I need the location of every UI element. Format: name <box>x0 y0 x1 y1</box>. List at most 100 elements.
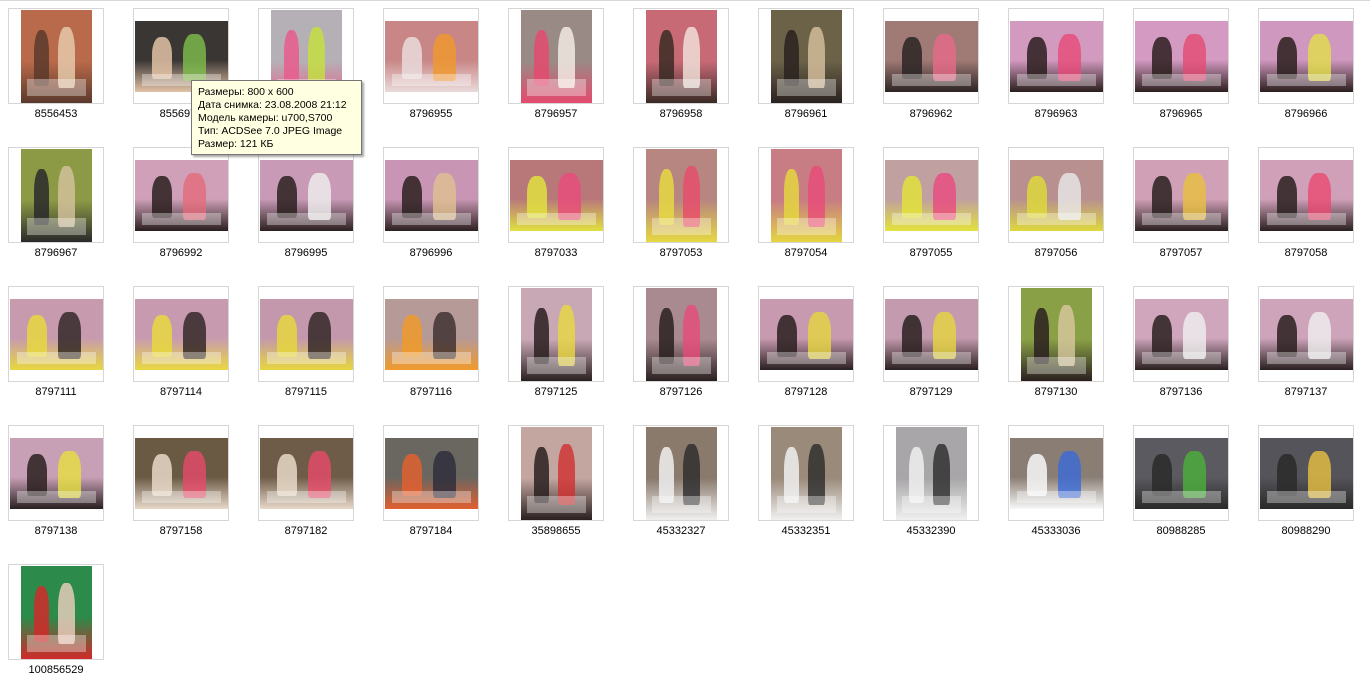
file-thumbnail[interactable]: 35898655 <box>508 425 604 547</box>
thumbnail-frame <box>8 8 104 104</box>
thumbnail-frame <box>883 425 979 521</box>
file-name-label: 8796992 <box>159 247 203 259</box>
thumbnail-image <box>1135 21 1228 92</box>
file-name-label: 8796965 <box>1159 108 1203 120</box>
file-name-label: 8796996 <box>409 247 453 259</box>
file-thumbnail[interactable]: 8797054 <box>758 147 854 269</box>
file-thumbnail[interactable]: 80988290 <box>1258 425 1354 547</box>
thumbnail-image <box>1010 160 1103 231</box>
thumbnail-frame <box>1258 8 1354 104</box>
file-name-label: 8797138 <box>34 525 78 537</box>
file-thumbnail[interactable]: 8797111 <box>8 286 104 408</box>
file-thumbnail[interactable]: 8796966 <box>1258 8 1354 130</box>
file-thumbnail[interactable]: 45332327 <box>633 425 729 547</box>
file-name-label: 8796967 <box>34 247 78 259</box>
file-name-label: 8796955 <box>409 108 453 120</box>
file-thumbnail[interactable]: 8796961 <box>758 8 854 130</box>
thumbnail-frame <box>383 147 479 243</box>
file-name-label: 8797126 <box>659 386 703 398</box>
thumbnail-image <box>385 299 478 370</box>
file-thumbnail[interactable]: 8797057 <box>1133 147 1229 269</box>
thumbnail-image <box>135 438 228 509</box>
file-thumbnail[interactable]: 8797115 <box>258 286 354 408</box>
file-name-label: 8797054 <box>784 247 828 259</box>
file-thumbnail[interactable]: 8796965 <box>1133 8 1229 130</box>
file-thumbnail[interactable]: 8797136 <box>1133 286 1229 408</box>
thumbnail-image <box>1260 160 1353 231</box>
thumbnail-image <box>1135 299 1228 370</box>
file-thumbnail[interactable]: 8796957 <box>508 8 604 130</box>
file-name-label: 8797116 <box>409 386 452 398</box>
thumbnail-frame <box>883 8 979 104</box>
file-name-label: 8797129 <box>909 386 953 398</box>
thumbnail-image <box>21 566 92 659</box>
thumbnail-frame <box>758 425 854 521</box>
file-thumbnail[interactable]: 8797184 <box>383 425 479 547</box>
thumbnail-image <box>521 288 592 381</box>
file-thumbnail[interactable]: 8797114 <box>133 286 229 408</box>
file-name-label: 8797111 <box>35 386 77 398</box>
thumbnail-frame <box>758 286 854 382</box>
file-thumbnail[interactable]: 80988285 <box>1133 425 1229 547</box>
file-thumbnail[interactable]: 45332390 <box>883 425 979 547</box>
thumbnail-image <box>1260 438 1353 509</box>
file-thumbnail[interactable]: 8797033 <box>508 147 604 269</box>
thumbnail-image <box>385 21 478 92</box>
file-name-label: 8797057 <box>1159 247 1203 259</box>
file-thumbnail[interactable]: 8797138 <box>8 425 104 547</box>
file-thumbnail[interactable]: 8796996 <box>383 147 479 269</box>
file-name-label: 8797114 <box>159 386 202 398</box>
file-thumbnail[interactable]: 45332351 <box>758 425 854 547</box>
file-thumbnail[interactable]: 8796992 <box>133 147 229 269</box>
file-thumbnail[interactable]: 8796962 <box>883 8 979 130</box>
file-thumbnail[interactable]: 100856529 <box>8 564 104 686</box>
thumbnail-frame <box>133 286 229 382</box>
thumbnail-image <box>646 149 717 242</box>
file-thumbnail[interactable]: 8796967 <box>8 147 104 269</box>
thumbnail-frame <box>633 147 729 243</box>
file-thumbnail[interactable]: 45333036 <box>1008 425 1104 547</box>
file-thumbnail[interactable]: 8797158 <box>133 425 229 547</box>
thumbnail-image <box>10 299 103 370</box>
file-thumbnail[interactable]: 8797116 <box>383 286 479 408</box>
file-thumbnail[interactable]: 8797182 <box>258 425 354 547</box>
file-thumbnail[interactable]: 8796958 <box>633 8 729 130</box>
thumbnail-image <box>885 160 978 231</box>
thumbnail-image <box>1135 160 1228 231</box>
thumbnail-frame <box>883 286 979 382</box>
file-thumbnail[interactable]: 8797128 <box>758 286 854 408</box>
file-name-label: 8797130 <box>1034 386 1078 398</box>
file-thumbnail[interactable]: 8797056 <box>1008 147 1104 269</box>
file-name-label: 8796957 <box>534 108 578 120</box>
file-name-label: 8797137 <box>1284 386 1328 398</box>
thumbnail-image <box>521 427 592 520</box>
thumbnail-image <box>1260 299 1353 370</box>
file-thumbnail[interactable]: 8797055 <box>883 147 979 269</box>
thumbnail-image <box>510 160 603 231</box>
file-thumbnail[interactable]: 8556453 <box>8 8 104 130</box>
file-thumbnail[interactable]: 8797125 <box>508 286 604 408</box>
file-name-label: 8797058 <box>1284 247 1328 259</box>
file-thumbnail[interactable]: 8797058 <box>1258 147 1354 269</box>
file-name-label: 8796958 <box>659 108 703 120</box>
file-name-label: 8797125 <box>534 386 578 398</box>
file-thumbnail[interactable]: 8797126 <box>633 286 729 408</box>
thumbnail-frame <box>8 286 104 382</box>
file-name-label: 45332327 <box>656 525 706 537</box>
file-thumbnail[interactable]: 8796995 <box>258 147 354 269</box>
thumbnail-frame <box>508 425 604 521</box>
file-thumbnail[interactable]: 8796963 <box>1008 8 1104 130</box>
thumbnail-frame <box>383 286 479 382</box>
thumbnail-image <box>646 288 717 381</box>
thumbnail-frame <box>1133 286 1229 382</box>
thumbnail-frame <box>633 8 729 104</box>
tooltip-date-taken: Дата снимка: 23.08.2008 21:12 <box>198 99 347 111</box>
file-thumbnail[interactable]: 8796955 <box>383 8 479 130</box>
thumbnail-image <box>10 438 103 509</box>
file-thumbnail[interactable]: 8797137 <box>1258 286 1354 408</box>
file-thumbnail[interactable]: 8797053 <box>633 147 729 269</box>
file-name-label: 100856529 <box>28 664 84 676</box>
file-thumbnail[interactable]: 8797130 <box>1008 286 1104 408</box>
file-name-label: 8797055 <box>909 247 953 259</box>
file-thumbnail[interactable]: 8797129 <box>883 286 979 408</box>
